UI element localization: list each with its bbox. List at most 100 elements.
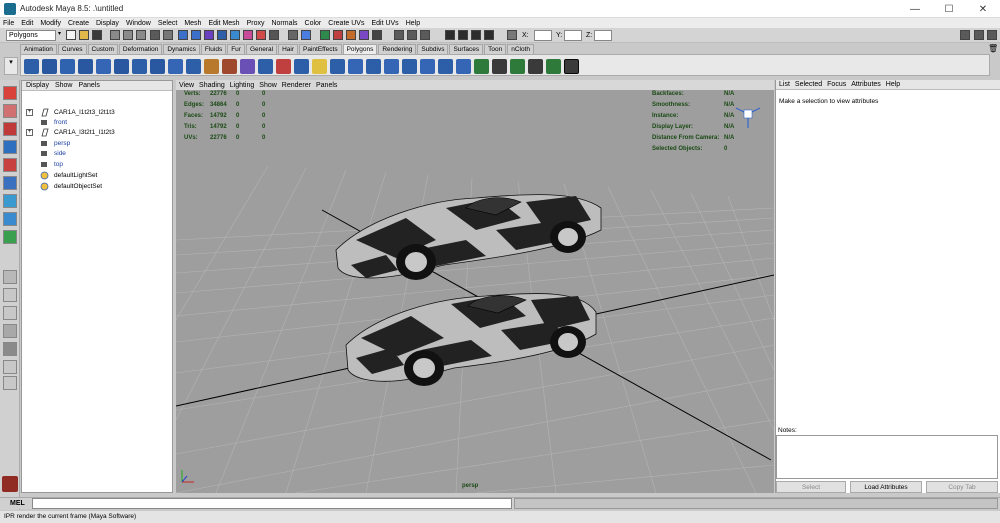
lasso-tool-icon[interactable] <box>3 104 17 118</box>
snap-curve-icon[interactable] <box>333 30 343 40</box>
fill-hole-icon[interactable] <box>402 59 417 74</box>
outliner-item[interactable]: defaultLightSet <box>26 170 97 180</box>
trash-icon[interactable]: 🗑 <box>988 44 998 53</box>
separate-icon[interactable] <box>222 59 237 74</box>
persp-outliner-layout-icon[interactable] <box>3 306 17 320</box>
surfaces-filter-icon[interactable] <box>217 30 227 40</box>
viewport-menu-lighting[interactable]: Lighting <box>230 82 255 89</box>
checker-map-icon[interactable] <box>564 59 579 74</box>
insert-edge-loop-icon[interactable] <box>330 59 345 74</box>
shelf-tab-dynamics[interactable]: Dynamics <box>163 44 200 54</box>
viewport-menu-view[interactable]: View <box>179 82 194 89</box>
shelf-tab-ncloth[interactable]: nCloth <box>507 44 535 54</box>
shelf-tab-general[interactable]: General <box>245 44 278 54</box>
bridge-icon[interactable] <box>276 59 291 74</box>
view-cube-icon[interactable] <box>735 107 761 128</box>
automatic-mapping-icon[interactable] <box>528 59 543 74</box>
append-polygon-icon[interactable] <box>294 59 309 74</box>
object-type-icon[interactable] <box>150 30 160 40</box>
menu-mesh[interactable]: Mesh <box>184 20 201 27</box>
outliner-menu-show[interactable]: Show <box>55 82 73 89</box>
menu-window[interactable]: Window <box>126 20 151 27</box>
close-button[interactable]: ✕ <box>966 0 1000 18</box>
render-settings-icon[interactable] <box>484 30 494 40</box>
persp-graph-layout-icon[interactable] <box>3 324 17 338</box>
paint-select-tool-icon[interactable] <box>3 122 17 136</box>
minimize-button[interactable]: — <box>898 0 932 18</box>
shelf-menu-icon[interactable]: ▾ <box>4 57 18 75</box>
output-ops-icon[interactable] <box>407 30 417 40</box>
snap-point-icon[interactable] <box>346 30 356 40</box>
x-field[interactable] <box>534 30 552 41</box>
shelf-tab-curves[interactable]: Curves <box>57 44 87 54</box>
show-channel-box-icon[interactable] <box>974 30 984 40</box>
menu-edit-mesh[interactable]: Edit Mesh <box>208 20 239 27</box>
show-tool-settings-icon[interactable] <box>987 30 997 40</box>
select-component-icon[interactable] <box>136 30 146 40</box>
attr-menu-list[interactable]: List <box>779 81 790 88</box>
menu-file[interactable]: File <box>3 20 14 27</box>
shelf-tab-deformation[interactable]: Deformation <box>118 44 163 54</box>
joints-icon[interactable] <box>191 30 201 40</box>
shelf-tab-fur[interactable]: Fur <box>227 44 245 54</box>
menu-display[interactable]: Display <box>96 20 119 27</box>
menu-modify[interactable]: Modify <box>40 20 61 27</box>
menu-edit[interactable]: Edit <box>21 20 33 27</box>
move-tool-icon[interactable] <box>3 140 17 154</box>
attr-menu-help[interactable]: Help <box>886 81 900 88</box>
attr-menu-focus[interactable]: Focus <box>827 81 846 88</box>
attr-menu-attributes[interactable]: Attributes <box>851 81 881 88</box>
make-live-icon[interactable] <box>372 30 382 40</box>
menu-create-uvs[interactable]: Create UVs <box>328 20 364 27</box>
select-button[interactable]: Select <box>776 481 846 493</box>
save-scene-icon[interactable] <box>92 30 102 40</box>
highlight-selection-icon[interactable] <box>301 30 311 40</box>
shelf-tab-animation[interactable]: Animation <box>20 44 57 54</box>
input-ops-icon[interactable] <box>394 30 404 40</box>
show-manipulator-icon[interactable] <box>3 230 17 244</box>
split-polygon-icon[interactable] <box>312 59 327 74</box>
menu-edit-uvs[interactable]: Edit UVs <box>371 20 398 27</box>
misc-filter-icon[interactable] <box>269 30 279 40</box>
outliner-item[interactable]: persp <box>26 138 70 148</box>
viewport-menu-renderer[interactable]: Renderer <box>282 82 311 89</box>
spherical-mapping-icon[interactable] <box>510 59 525 74</box>
show-attribute-editor-icon[interactable] <box>960 30 970 40</box>
smooth-icon[interactable] <box>240 59 255 74</box>
deformations-filter-icon[interactable] <box>230 30 240 40</box>
menu-normals[interactable]: Normals <box>271 20 297 27</box>
notes-field[interactable] <box>776 435 998 479</box>
outliner-item[interactable]: + CAR1A_l1t2t3_l2t1t3 <box>26 107 115 117</box>
dynamics-filter-icon[interactable] <box>243 30 253 40</box>
expand-icon[interactable]: + <box>26 108 33 116</box>
outliner-menu-panels[interactable]: Panels <box>78 82 99 89</box>
soft-modification-icon[interactable] <box>3 212 17 226</box>
mirror-icon[interactable] <box>420 59 435 74</box>
scale-tool-icon[interactable] <box>3 176 17 190</box>
snap-view-plane-icon[interactable] <box>359 30 369 40</box>
extrude-icon[interactable] <box>258 59 273 74</box>
lock-icon[interactable] <box>288 30 298 40</box>
attr-menu-selected[interactable]: Selected <box>795 81 822 88</box>
poly-pyramid-icon[interactable] <box>150 59 165 74</box>
poly-helix-icon[interactable] <box>186 59 201 74</box>
persp-hypershade-layout-icon[interactable] <box>3 342 17 356</box>
poly-plane-icon[interactable] <box>96 59 111 74</box>
shelf-tab-painteffects[interactable]: PaintEffects <box>299 44 342 54</box>
shelf-tab-subdivs[interactable]: Subdivs <box>417 44 449 54</box>
maximize-button[interactable]: ☐ <box>932 0 966 18</box>
menu-proxy[interactable]: Proxy <box>247 20 265 27</box>
curves-filter-icon[interactable] <box>204 30 214 40</box>
chevron-down-icon[interactable]: ▾ <box>58 30 64 41</box>
poly-pipe-icon[interactable] <box>168 59 183 74</box>
shelf-tab-custom[interactable]: Custom <box>87 44 118 54</box>
merge-vertices-icon[interactable] <box>366 59 381 74</box>
mel-input[interactable] <box>32 498 512 509</box>
quadrangulate-icon[interactable] <box>456 59 471 74</box>
menu-select[interactable]: Select <box>158 20 177 27</box>
menu-set-dropdown[interactable]: Polygons <box>6 30 56 41</box>
layout-arrows-icon[interactable] <box>3 376 17 390</box>
construction-history-icon[interactable] <box>420 30 430 40</box>
expand-icon[interactable]: + <box>26 128 33 136</box>
offset-edge-loop-icon[interactable] <box>348 59 363 74</box>
